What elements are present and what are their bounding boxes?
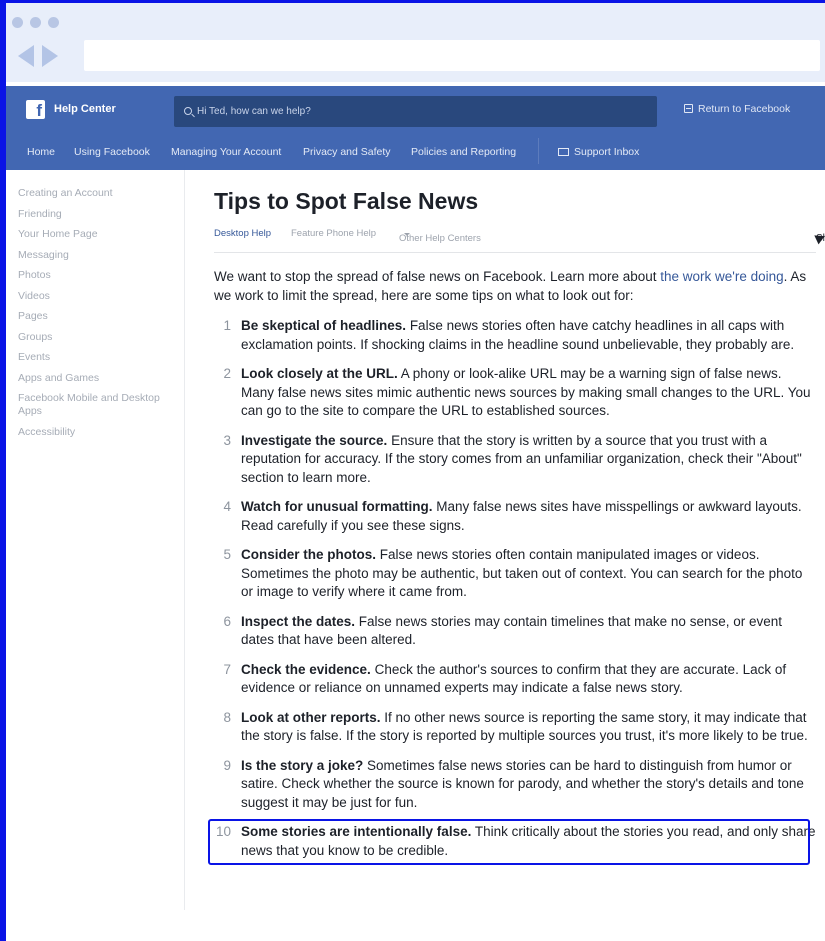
search-input[interactable]: Hi Ted, how can we help? [174, 96, 657, 127]
window-minimize-dot[interactable] [30, 17, 41, 28]
exit-icon [684, 104, 693, 113]
nav-support-inbox[interactable]: Support Inbox [558, 146, 639, 158]
sidebar-item-mobile-desktop-apps[interactable]: Facebook Mobile and Desktop Apps [18, 392, 186, 418]
sidebar-item-groups[interactable]: Groups [18, 331, 186, 344]
window-close-dot[interactable] [12, 17, 23, 28]
list-item: 8 Look at other reports. If no other news… [214, 709, 816, 746]
tab-desktop-help[interactable]: Desktop Help [214, 228, 271, 239]
tip-heading: Watch for unusual formatting. [241, 499, 433, 514]
article: Tips to Spot False News Desktop Help Fea… [208, 188, 825, 871]
sidebar-item-events[interactable]: Events [18, 351, 186, 364]
page-title: Tips to Spot False News [214, 188, 479, 214]
tip-number: 2 [223, 366, 231, 381]
tip-number: 5 [223, 547, 231, 562]
nav-privacy-safety[interactable]: Privacy and Safety [303, 146, 391, 158]
browser-window: f Help Center Hi Ted, how can we help? R… [6, 3, 825, 941]
search-icon [184, 107, 192, 115]
search-placeholder: Hi Ted, how can we help? [197, 106, 311, 117]
tip-number: 6 [223, 613, 231, 629]
nav-divider [538, 138, 539, 164]
sidebar-item-pages[interactable]: Pages [18, 310, 186, 323]
nav-managing-account[interactable]: Managing Your Account [171, 146, 281, 158]
nav-using-facebook[interactable]: Using Facebook [74, 146, 150, 158]
sidebar-item-messaging[interactable]: Messaging [18, 249, 186, 262]
help-sidebar: Creating an Account Friending Your Home … [18, 187, 186, 446]
help-center-header: f Help Center Hi Ted, how can we help? R… [6, 86, 825, 170]
sidebar-item-accessibility[interactable]: Accessibility [18, 426, 186, 439]
list-item: 1 Be skeptical of headlines. False news s… [214, 317, 816, 354]
sidebar-item-friending[interactable]: Friending [18, 208, 186, 221]
tip-number: 7 [223, 661, 231, 677]
sidebar-item-photos[interactable]: Photos [18, 269, 186, 282]
sidebar-item-videos[interactable]: Videos [18, 290, 186, 303]
other-help-centers-label: Other Help Centers [399, 233, 481, 244]
browser-chrome [6, 3, 825, 82]
tip-number: 8 [223, 709, 231, 725]
sidebar-item-creating-account[interactable]: Creating an Account [18, 187, 186, 200]
article-intro: We want to stop the spread of false news… [214, 267, 816, 305]
sidebar-item-home-page[interactable]: Your Home Page [18, 228, 186, 241]
share-label: Share Article [816, 233, 825, 244]
tip-heading: Inspect the dates. [241, 613, 356, 629]
tip-number: 9 [223, 757, 231, 773]
nav-policies-reporting[interactable]: Policies and Reporting [411, 146, 516, 158]
tips-list: 1 Be skeptical of headlines. False news s… [208, 317, 816, 865]
tip-heading: Investigate the source. [241, 432, 388, 448]
mail-icon [558, 148, 569, 156]
return-to-facebook-link[interactable]: Return to Facebook [684, 103, 790, 115]
tip-number: 4 [223, 499, 231, 514]
nav-home[interactable]: Home [27, 146, 55, 158]
window-maximize-dot[interactable] [48, 17, 59, 28]
return-label: Return to Facebook [698, 103, 791, 115]
chevron-down-icon [404, 233, 410, 236]
tip-number: 3 [223, 432, 231, 448]
tip-heading: Consider the photos. [241, 547, 376, 562]
intro-text-start: We want to stop the spread of false news… [214, 269, 661, 284]
tip-heading: Be skeptical of headlines. [241, 318, 407, 333]
address-bar[interactable] [84, 40, 820, 71]
help-center-title[interactable]: Help Center [54, 103, 116, 115]
work-were-doing-link[interactable]: the work we're doing [660, 269, 783, 284]
support-inbox-label: Support Inbox [574, 146, 640, 158]
facebook-logo-icon[interactable]: f [26, 100, 45, 119]
forward-arrow-icon[interactable] [42, 45, 58, 67]
list-item: 3 Investigate the source. Ensure that the… [214, 432, 816, 488]
help-type-tabs: Desktop Help Feature Phone Help Other He… [214, 223, 825, 253]
back-arrow-icon[interactable] [18, 45, 34, 67]
list-item: 6 Inspect the dates. False news stories m… [214, 613, 816, 650]
list-item: 9 Is the story a joke? Sometimes false ne… [214, 757, 816, 813]
tip-number: 1 [223, 318, 231, 333]
tip-heading: Look at other reports. [241, 709, 381, 725]
tip-heading: Is the story a joke? [241, 757, 364, 773]
list-item: 7 Check the evidence. Check the author's … [214, 661, 816, 698]
list-item: 5 Consider the photos. False news stories… [214, 546, 816, 602]
list-item: 2 Look closely at the URL. A phony or loo… [214, 365, 816, 421]
list-item: 4 Watch for unusual formatting. Many fals… [214, 498, 816, 535]
tip-heading: Check the evidence. [241, 661, 371, 677]
sidebar-item-apps-games[interactable]: Apps and Games [18, 372, 186, 385]
sidebar-divider [184, 170, 185, 910]
highlight-box [208, 819, 810, 865]
tip-heading: Look closely at the URL. [241, 366, 398, 381]
tab-feature-phone-help[interactable]: Feature Phone Help [291, 228, 376, 239]
